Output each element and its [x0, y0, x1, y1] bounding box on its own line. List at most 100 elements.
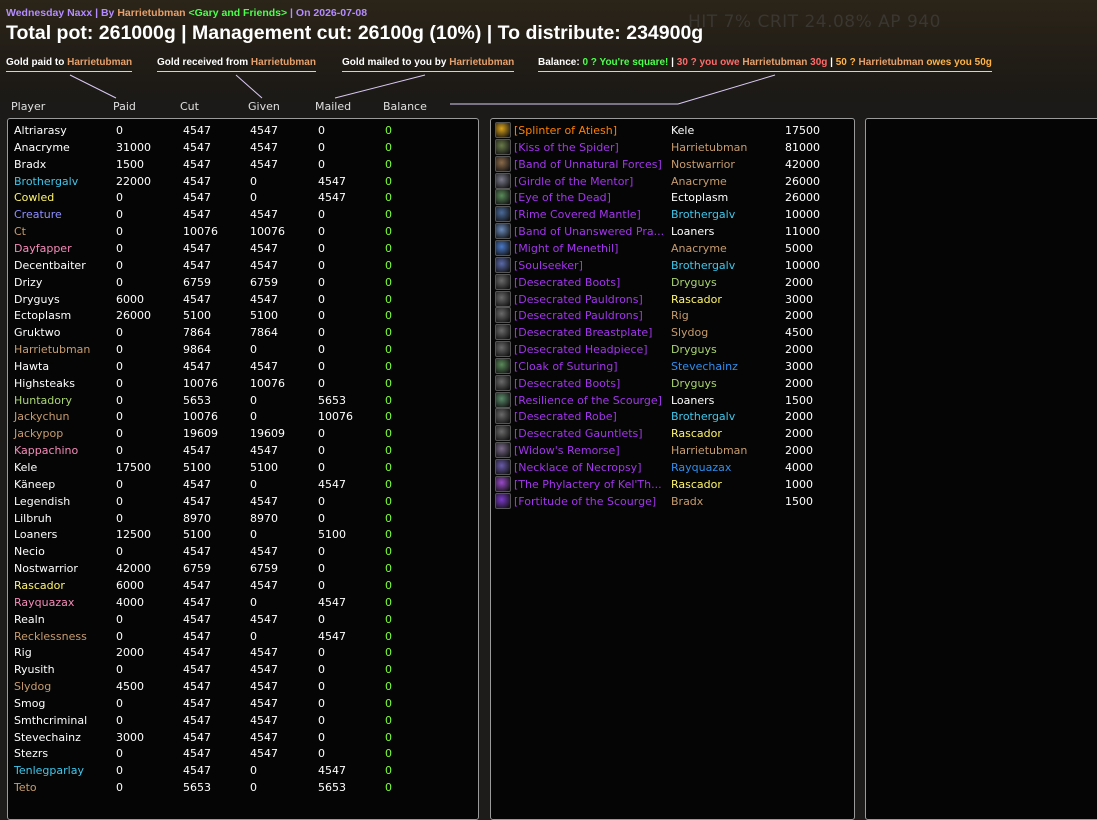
item-link[interactable]: [Widow's Remorse] — [514, 442, 620, 459]
player-row[interactable]: Brothergalv 22000 4547 0 4547 0 — [8, 173, 478, 190]
loot-row[interactable]: [Kiss of the Spider] Harrietubman 81000 — [491, 138, 854, 156]
item-link[interactable]: [Girdle of the Mentor] — [514, 173, 633, 190]
player-row[interactable]: Rig 2000 4547 4547 0 0 — [8, 644, 478, 661]
column-header-mailed[interactable]: Mailed — [315, 100, 351, 113]
item-link[interactable]: [Desecrated Pauldrons] — [514, 307, 643, 324]
item-link[interactable]: [The Phylactery of Kel'Th... — [514, 476, 662, 493]
item-link[interactable]: [Resilience of the Scourge] — [514, 392, 662, 409]
player-row[interactable]: Decentbaiter 0 4547 4547 0 0 — [8, 257, 478, 274]
player-row[interactable]: Altriarasy 0 4547 4547 0 0 — [8, 122, 478, 139]
player-row[interactable]: Loaners 12500 5100 0 5100 0 — [8, 526, 478, 543]
item-link[interactable]: [Desecrated Gauntlets] — [514, 425, 643, 442]
player-row[interactable]: Kele 17500 5100 5100 0 0 — [8, 459, 478, 476]
player-row[interactable]: Nostwarrior 42000 6759 6759 0 0 — [8, 560, 478, 577]
player-row[interactable]: Legendish 0 4547 4547 0 0 — [8, 493, 478, 510]
loot-row[interactable]: [Might of Menethil] Anacryme 5000 — [491, 239, 854, 257]
loot-row[interactable]: [Resilience of the Scourge] Loaners 1500 — [491, 391, 854, 409]
item-winner: Harrietubman — [671, 444, 748, 458]
player-row[interactable]: Jackychun 0 10076 0 10076 0 — [8, 408, 478, 425]
player-row[interactable]: Anacryme 31000 4547 4547 0 0 — [8, 139, 478, 156]
loot-row[interactable]: [Desecrated Boots] Dryguys 2000 — [491, 273, 854, 291]
player-given: 0 — [250, 781, 257, 795]
player-row[interactable]: Creature 0 4547 4547 0 0 — [8, 206, 478, 223]
player-paid: 0 — [116, 275, 123, 289]
item-link[interactable]: [Necklace of Necropsy] — [514, 459, 641, 476]
loot-row[interactable]: [Desecrated Headpiece] Dryguys 2000 — [491, 341, 854, 358]
player-cut: 4547 — [183, 545, 211, 559]
loot-row[interactable]: [Eye of the Dead] Ectoplasm 26000 — [491, 189, 854, 206]
player-row[interactable]: Kappachino 0 4547 4547 0 0 — [8, 442, 478, 459]
loot-row[interactable]: [Rime Covered Mantle] Brothergalv 10000 — [491, 206, 854, 223]
item-link[interactable]: [Rime Covered Mantle] — [514, 206, 641, 223]
item-link[interactable]: [Desecrated Boots] — [514, 375, 620, 392]
player-row[interactable]: Käneep 0 4547 0 4547 0 — [8, 476, 478, 493]
player-row[interactable]: Harrietubman 0 9864 0 0 0 — [8, 341, 478, 358]
loot-row[interactable]: [Band of Unnatural Forces] Nostwarrior 420… — [491, 155, 854, 173]
player-row[interactable]: Huntadory 0 5653 0 5653 0 — [8, 392, 478, 409]
column-header-cut[interactable]: Cut — [180, 100, 199, 113]
loot-row[interactable]: [Desecrated Pauldrons] Rascador 3000 — [491, 290, 854, 308]
player-row[interactable]: Hawta 0 4547 4547 0 0 — [8, 358, 478, 375]
loot-row[interactable]: [Fortitude of the Scourge] Bradx 1500 — [491, 492, 854, 510]
player-row[interactable]: Rayquazax 4000 4547 0 4547 0 — [8, 594, 478, 611]
loot-row[interactable]: [The Phylactery of Kel'Th... Rascador 1000 — [491, 475, 854, 493]
column-header-given[interactable]: Given — [248, 100, 280, 113]
item-link[interactable]: [Soulseeker] — [514, 257, 583, 274]
player-row[interactable]: Smthcriminal 0 4547 4547 0 0 — [8, 712, 478, 729]
player-row[interactable]: Realn 0 4547 4547 0 0 — [8, 611, 478, 628]
player-row[interactable]: Slydog 4500 4547 4547 0 0 — [8, 678, 478, 695]
player-mailed: 0 — [318, 309, 325, 323]
item-price: 3000 — [785, 292, 813, 306]
player-row[interactable]: Ct 0 10076 10076 0 0 — [8, 223, 478, 240]
item-link[interactable]: [Desecrated Pauldrons] — [514, 291, 643, 308]
loot-row[interactable]: [Soulseeker] Brothergalv 10000 — [491, 256, 854, 274]
player-row[interactable]: Ectoplasm 26000 5100 5100 0 0 — [8, 307, 478, 324]
player-row[interactable]: Jackypop 0 19609 19609 0 0 — [8, 425, 478, 442]
loot-row[interactable]: [Desecrated Robe] Brothergalv 2000 — [491, 408, 854, 425]
player-row[interactable]: Teto 0 5653 0 5653 0 — [8, 779, 478, 796]
player-row[interactable]: Drizy 0 6759 6759 0 0 — [8, 274, 478, 291]
item-link[interactable]: [Fortitude of the Scourge] — [514, 493, 656, 510]
item-link[interactable]: [Desecrated Breastplate] — [514, 324, 652, 341]
loot-row[interactable]: [Desecrated Boots] Dryguys 2000 — [491, 374, 854, 392]
player-row[interactable]: Smog 0 4547 4547 0 0 — [8, 695, 478, 712]
player-row[interactable]: Lilbruh 0 8970 8970 0 0 — [8, 510, 478, 527]
item-link[interactable]: [Splinter of Atiesh] — [514, 122, 617, 139]
item-link[interactable]: [Kiss of the Spider] — [514, 139, 619, 156]
item-link[interactable]: [Desecrated Boots] — [514, 274, 620, 291]
loot-row[interactable]: [Widow's Remorse] Harrietubman 2000 — [491, 442, 854, 459]
item-link[interactable]: [Eye of the Dead] — [514, 189, 611, 206]
player-row[interactable]: Highsteaks 0 10076 10076 0 0 — [8, 375, 478, 392]
loot-row[interactable]: [Cloak of Suturing] Stevechainz 3000 — [491, 357, 854, 375]
loot-row[interactable]: [Desecrated Pauldrons] Rig 2000 — [491, 307, 854, 324]
loot-row[interactable]: [Girdle of the Mentor] Anacryme 26000 — [491, 172, 854, 190]
item-link[interactable]: [Band of Unnatural Forces] — [514, 156, 662, 173]
column-header-paid[interactable]: Paid — [113, 100, 136, 113]
player-row[interactable]: Stevechainz 3000 4547 4547 0 0 — [8, 729, 478, 746]
column-header-balance[interactable]: Balance — [383, 100, 427, 113]
player-row[interactable]: Dryguys 6000 4547 4547 0 0 — [8, 291, 478, 308]
player-row[interactable]: Stezrs 0 4547 4547 0 0 — [8, 745, 478, 762]
loot-panel[interactable]: [Splinter of Atiesh] Kele 17500 [Kiss of th… — [490, 118, 855, 820]
loot-row[interactable]: [Splinter of Atiesh] Kele 17500 — [491, 122, 854, 139]
player-row[interactable]: Necio 0 4547 4547 0 0 — [8, 543, 478, 560]
player-row[interactable]: Bradx 1500 4547 4547 0 0 — [8, 156, 478, 173]
column-header-player[interactable]: Player — [11, 100, 45, 113]
loot-row[interactable]: [Desecrated Breastplate] Slydog 4500 — [491, 324, 854, 341]
item-link[interactable]: [Cloak of Suturing] — [514, 358, 618, 375]
player-row[interactable]: Cowled 0 4547 0 4547 0 — [8, 189, 478, 206]
player-row[interactable]: Recklessness 0 4547 0 4547 0 — [8, 628, 478, 645]
player-row[interactable]: Gruktwo 0 7864 7864 0 0 — [8, 324, 478, 341]
players-panel[interactable]: Altriarasy 0 4547 4547 0 0 Anacryme 31000 4547 45… — [7, 118, 479, 820]
item-link[interactable]: [Desecrated Headpiece] — [514, 341, 648, 358]
item-link[interactable]: [Band of Unanswered Pra... — [514, 223, 664, 240]
player-row[interactable]: Tenlegparlay 0 4547 0 4547 0 — [8, 762, 478, 779]
loot-row[interactable]: [Band of Unanswered Pra... Loaners 11000 — [491, 223, 854, 240]
item-link[interactable]: [Desecrated Robe] — [514, 408, 617, 425]
player-row[interactable]: Ryusith 0 4547 4547 0 0 — [8, 661, 478, 678]
item-link[interactable]: [Might of Menethil] — [514, 240, 618, 257]
loot-row[interactable]: [Desecrated Gauntlets] Rascador 2000 — [491, 425, 854, 442]
loot-row[interactable]: [Necklace of Necropsy] Rayquazax 4000 — [491, 459, 854, 476]
player-row[interactable]: Rascador 6000 4547 4547 0 0 — [8, 577, 478, 594]
player-row[interactable]: Dayfapper 0 4547 4547 0 0 — [8, 240, 478, 257]
